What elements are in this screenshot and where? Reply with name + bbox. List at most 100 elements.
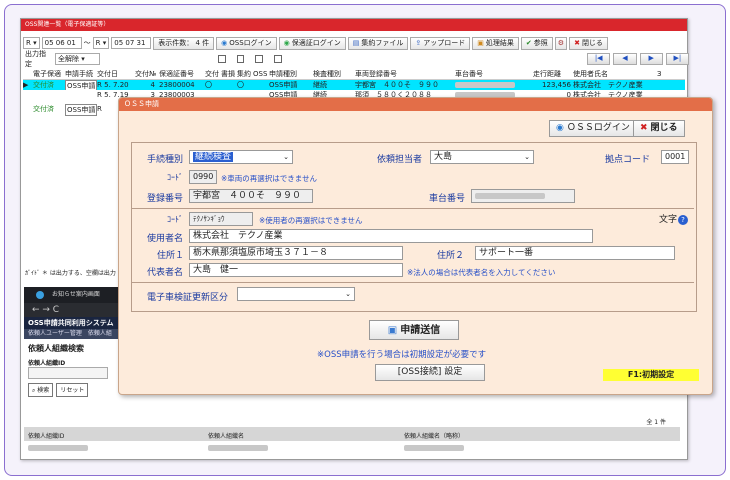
rep-input[interactable]: 大島 健一 <box>189 263 403 277</box>
oss-setting-button[interactable]: [OSS接続] 設定 <box>375 364 485 381</box>
search-button[interactable]: ⌕ 検索 <box>28 383 54 397</box>
first-page-button[interactable]: |◀ <box>587 53 611 65</box>
grid-header: 電子保適 申請手続 交付日 交付№ 保適証番号 交付 書損 集約 OSS 申請種… <box>23 69 685 80</box>
ecert-select[interactable]: ⌄ <box>237 287 355 301</box>
addr2-label: 住所２ <box>437 251 465 261</box>
output-select[interactable]: 全解除 ▾ <box>55 53 100 65</box>
to-era-select[interactable]: R ▾ <box>92 37 110 49</box>
hoseki-login-button[interactable]: ◉ 保適証ログイン <box>278 36 346 50</box>
tool-icon: ⚙ <box>557 39 565 47</box>
col-distance: 走行距離 <box>533 70 561 78</box>
init-note: ※OSS申請を行う場合は初期設定が必要です <box>317 350 487 360</box>
filter-checkbox-2[interactable] <box>236 55 245 63</box>
col-shinsei-type: 申請種別 <box>269 70 297 78</box>
close-icon: ✖ <box>574 39 580 47</box>
code2-label: ｺｰﾄﾞ <box>167 215 183 224</box>
code1-input: 0990 <box>189 170 217 184</box>
ecert-label: 電子車検証更新区分 <box>147 293 229 303</box>
col-user: 使用者氏名 <box>573 70 608 78</box>
reference-button[interactable]: ✔ 参照 <box>520 36 553 50</box>
list-window-title: OSS関連一覧（電子保適証等） <box>21 19 687 31</box>
org-id-input[interactable] <box>28 367 108 379</box>
moji-button[interactable]: 文字? <box>659 212 689 225</box>
code2-note: ※使用者の再選択はできません <box>259 216 363 225</box>
code1-note: ※車両の再選択はできません <box>221 174 318 183</box>
col-org-id: 依頼人組織ID <box>28 433 65 440</box>
col-kofubi: 交付日 <box>97 70 118 78</box>
close-icon: ✖ <box>640 123 648 133</box>
base-code-input[interactable]: 0001 <box>661 150 689 164</box>
oss-login-icon: ◉ <box>556 123 564 133</box>
oss-application-dialog: ＯＳＳ申請 ◉ ＯＳＳログイン ✖ 閉じる 手続種別 継続検査 ⌄ 依頼担当者 大島… <box>118 97 713 395</box>
assignee-select[interactable]: 大島 ⌄ <box>430 150 534 164</box>
dialog-close-button[interactable]: ✖ 閉じる <box>633 120 685 137</box>
col-plate: 車両登録番号 <box>355 70 397 78</box>
col-kofuno: 交付№ <box>135 70 157 78</box>
col-org-short: 依頼人組織名（略称） <box>404 433 465 440</box>
user-name-input[interactable]: 株式会社 テクノ産業 <box>189 229 593 243</box>
filter-checkbox-1[interactable] <box>217 55 226 63</box>
from-era-select[interactable]: R ▾ <box>23 37 40 49</box>
prev-page-button[interactable]: ◀ <box>613 53 637 65</box>
col-kensa: 検査種別 <box>313 70 341 78</box>
chevron-down-icon: ⌄ <box>283 153 289 161</box>
proc-type-label: 手続種別 <box>147 155 184 165</box>
rep-label: 代表者名 <box>147 268 184 278</box>
chassis-input <box>471 189 575 203</box>
send-icon: ▣ <box>387 324 398 336</box>
addr2-input[interactable]: サポート一番 <box>475 246 675 260</box>
code2-input: ﾃｸﾉｻﾝｷﾞｮｳ <box>189 212 253 226</box>
col-oss: OSS <box>253 70 268 78</box>
search-icon: ⌕ <box>32 387 36 394</box>
assignee-label: 依頼担当者 <box>377 155 423 165</box>
list-close-button[interactable]: ✖ 閉じる <box>569 36 608 50</box>
vehicle-panel <box>131 142 697 312</box>
next-page-button[interactable]: ▶ <box>639 53 663 65</box>
user-name-label: 使用者名 <box>147 234 184 244</box>
process-result-button[interactable]: ▣ 処理結果 <box>472 36 519 50</box>
edge-icon <box>36 291 44 299</box>
help-icon: ? <box>678 215 689 225</box>
code1-label: ｺｰﾄﾞ <box>167 173 183 182</box>
col-extra: З <box>657 70 662 78</box>
check-icon: ✔ <box>525 39 532 47</box>
screenshot-frame: OSS関連一覧（電子保適証等） R ▾ 05 06 01 ～ R ▾ 05 07… <box>4 4 726 476</box>
upload-button[interactable]: ⇪ アップロード <box>410 36 471 50</box>
reg-no-input: 宇都宮 ４００そ ９９０ <box>189 189 313 203</box>
col-denshi: 電子保適 <box>33 70 61 78</box>
filter-checkbox-3[interactable] <box>255 55 264 63</box>
divider <box>132 282 694 283</box>
list-toolbar: R ▾ 05 06 01 ～ R ▾ 05 07 31 表示件数： 4 件 ◉ O… <box>23 35 685 51</box>
f1-init-badge[interactable]: F1:初期設定 <box>603 369 699 381</box>
list-footer-note: ｶﾞｲﾄﾞ ＊ は出力する、空欄は出力 <box>25 270 116 277</box>
dialog-title: ＯＳＳ申請 <box>119 98 712 111</box>
output-row: 出力指定 全解除 ▾ |◀ ◀ ▶ ▶| <box>25 50 690 68</box>
reg-no-label: 登録番号 <box>147 194 184 204</box>
hoseki-login-icon: ◉ <box>283 39 290 47</box>
last-page-button[interactable]: ▶| <box>665 53 690 65</box>
addr1-label: 住所１ <box>157 251 185 261</box>
chevron-down-icon: ⌄ <box>345 290 351 298</box>
dialog-oss-login-button[interactable]: ◉ ＯＳＳログイン <box>549 120 637 137</box>
submit-button[interactable]: ▣ 申請送信 <box>369 320 459 340</box>
table-row[interactable]: ▶ 交付済 OSS申請 R 5. 7.20 4 23800004 〇 〇 OSS… <box>23 80 685 90</box>
oss-login-button[interactable]: ◉ OSSログイン <box>216 36 277 50</box>
result-row[interactable] <box>24 443 680 453</box>
addr1-input[interactable]: 栃木県那須塩原市埼玉３７１－８ <box>189 246 403 260</box>
tool-icon-button[interactable]: ⚙ <box>554 36 568 50</box>
col-org-name: 依頼人組織名 <box>208 433 245 440</box>
chassis-label: 車台番号 <box>429 194 466 204</box>
result-table-header: 依頼人組織ID 依頼人組織名 依頼人組織名（略称） <box>24 427 680 441</box>
aggregate-file-button[interactable]: ▤ 集約ファイル <box>347 36 409 50</box>
display-count: 表示件数： 4 件 <box>153 36 215 50</box>
divider <box>132 208 694 209</box>
reset-button[interactable]: リセット <box>56 383 89 397</box>
from-date-input[interactable]: 05 06 01 <box>41 37 82 49</box>
base-code-label: 拠点コード <box>605 155 651 165</box>
result-icon: ▣ <box>477 39 484 47</box>
to-date-input[interactable]: 05 07 31 <box>111 37 152 49</box>
filter-checkbox-4[interactable] <box>274 55 282 63</box>
range-separator: ～ <box>83 39 91 47</box>
col-kofu: 交付 <box>205 70 219 78</box>
proc-type-select[interactable]: 継続検査 ⌄ <box>189 150 293 164</box>
